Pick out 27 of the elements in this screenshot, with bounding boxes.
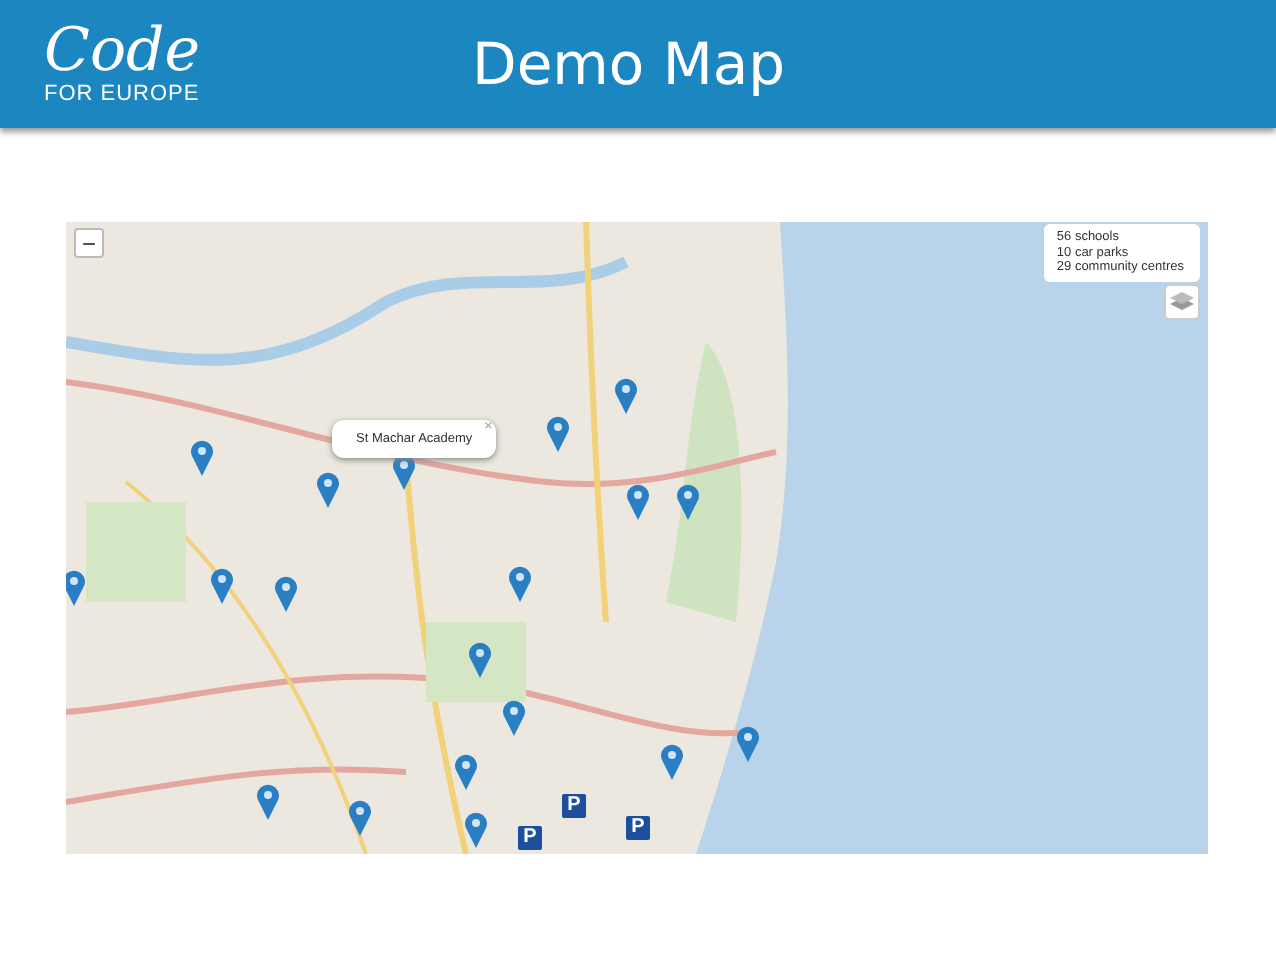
map-pin-icon[interactable] <box>454 754 478 790</box>
car-park-marker[interactable]: P <box>626 816 650 840</box>
map-pin-icon[interactable] <box>736 726 760 762</box>
map-pin-icon[interactable] <box>468 642 492 678</box>
map-pin-icon[interactable] <box>660 744 684 780</box>
car-park-marker[interactable]: P <box>562 794 586 818</box>
layers-button[interactable] <box>1164 284 1200 320</box>
map-pin-icon[interactable] <box>676 484 700 520</box>
map-pin-icon[interactable] <box>190 440 214 476</box>
map-pin-icon[interactable] <box>508 566 532 602</box>
map-pin-icon[interactable] <box>626 484 650 520</box>
layers-icon <box>1170 292 1194 312</box>
map-pin-icon[interactable] <box>210 568 234 604</box>
map-pin-icon[interactable] <box>66 570 86 606</box>
map-pin-icon[interactable] <box>546 416 570 452</box>
map-pin-icon[interactable] <box>274 576 298 612</box>
map-pin-icon[interactable] <box>464 812 488 848</box>
map-pin-icon[interactable] <box>614 378 638 414</box>
car-park-marker[interactable]: P <box>518 826 542 850</box>
logo-subtitle: FOR EUROPE <box>44 81 200 107</box>
map-pin-icon[interactable] <box>502 700 526 736</box>
map-pin-icon[interactable] <box>348 800 372 836</box>
map-pin-icon[interactable] <box>316 472 340 508</box>
slide-title: Demo Map <box>472 30 786 98</box>
logo-title: Code <box>44 21 200 81</box>
map-pin-icon[interactable] <box>256 784 280 820</box>
zoom-out-button[interactable]: − <box>74 228 104 258</box>
